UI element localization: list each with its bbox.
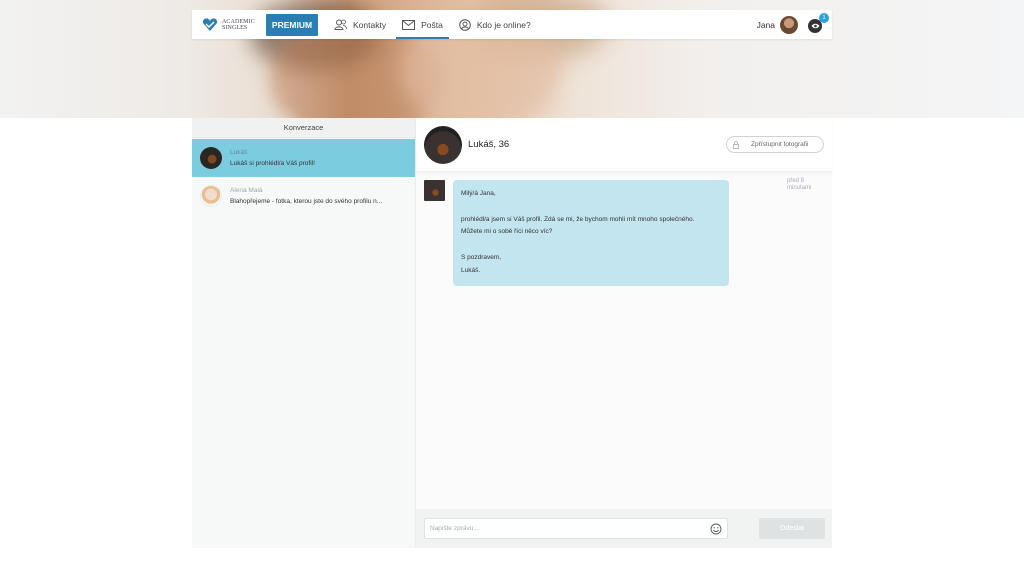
sender-avatar [424, 180, 445, 201]
messages-panel: Konverzace Lukáš Lukáš si prohlédl/a Váš… [192, 118, 832, 548]
message-greeting: Milý/á Jana, [461, 190, 496, 197]
nav-mail[interactable]: Pošta [396, 10, 449, 39]
message: Milý/á Jana, prohlédl/a jsem si Váš prof… [424, 180, 729, 286]
chat-header: Lukáš, 36 Zpřístupnit fotografii [416, 118, 832, 172]
mail-icon [402, 19, 416, 30]
send-button[interactable]: Odeslat [759, 518, 825, 539]
nav-online-label: Kdo je online? [476, 19, 531, 30]
message-closing: S pozdravem, [461, 253, 502, 261]
message-signature: Lukáš. [461, 266, 481, 274]
message-input-placeholder: Napište zprávu... [430, 525, 479, 532]
message-composer: Napište zprávu... Odeslat [416, 509, 832, 548]
message-line: Můžete mi o sobě říci něco víc? [461, 228, 553, 236]
avatar [200, 147, 222, 169]
logo[interactable]: ACADEMIC SINGLES [202, 17, 262, 32]
share-photo-label: Zpřístupnit fotografii [751, 141, 809, 148]
user-avatar[interactable] [780, 15, 798, 34]
top-navigation: ACADEMIC SINGLES PREMIUM Kontakty Pošta … [192, 10, 832, 39]
message-line: prohlédl/a jsem si Váš profil. Zdá se mi… [461, 215, 695, 223]
conversation-preview: Blahopřejeme - fotka, kterou jste do své… [230, 198, 383, 205]
nav-contacts[interactable]: Kontakty [334, 10, 386, 39]
contacts-icon [334, 19, 347, 30]
message-input[interactable]: Napište zprávu... [424, 518, 728, 539]
premium-button[interactable]: PREMIUM [266, 13, 318, 36]
notification-badge: 1 [819, 12, 829, 23]
conversations-header: Konverzace [192, 118, 415, 138]
online-icon [459, 18, 471, 31]
conversation-preview: Lukáš si prohlédl/a Váš profil! [230, 160, 315, 167]
share-photo-button[interactable]: Zpřístupnit fotografii [726, 136, 824, 153]
conversation-list: Konverzace Lukáš Lukáš si prohlédl/a Váš… [192, 118, 416, 548]
contact-title[interactable]: Lukáš, 36 [468, 139, 509, 150]
nav-contacts-label: Kontakty [353, 19, 387, 30]
chat-area: Lukáš, 36 Zpřístupnit fotografii Milý/á … [416, 118, 832, 548]
conversation-name: Alena Malá [230, 187, 263, 194]
nav-mail-label: Pošta [421, 19, 443, 30]
visitors-button[interactable]: 1 [808, 12, 829, 33]
conversation-name: Lukáš [230, 149, 248, 156]
conversation-item[interactable]: Alena Malá Blahopřejeme - fotka, kterou … [192, 177, 415, 215]
heart-logo-icon [202, 17, 218, 31]
message-timestamp: před 8 minutami [787, 178, 812, 191]
contact-avatar[interactable] [424, 125, 462, 164]
logo-text: ACADEMIC SINGLES [222, 18, 255, 31]
user-name[interactable]: Jana [757, 20, 775, 30]
nav-online[interactable]: Kdo je online? [459, 10, 531, 39]
emoji-icon[interactable] [710, 523, 722, 535]
avatar [200, 185, 222, 207]
lock-icon [733, 140, 739, 149]
conversation-item[interactable]: Lukáš Lukáš si prohlédl/a Váš profil! [192, 139, 415, 177]
message-bubble: Milý/á Jana, prohlédl/a jsem si Váš prof… [453, 180, 729, 286]
